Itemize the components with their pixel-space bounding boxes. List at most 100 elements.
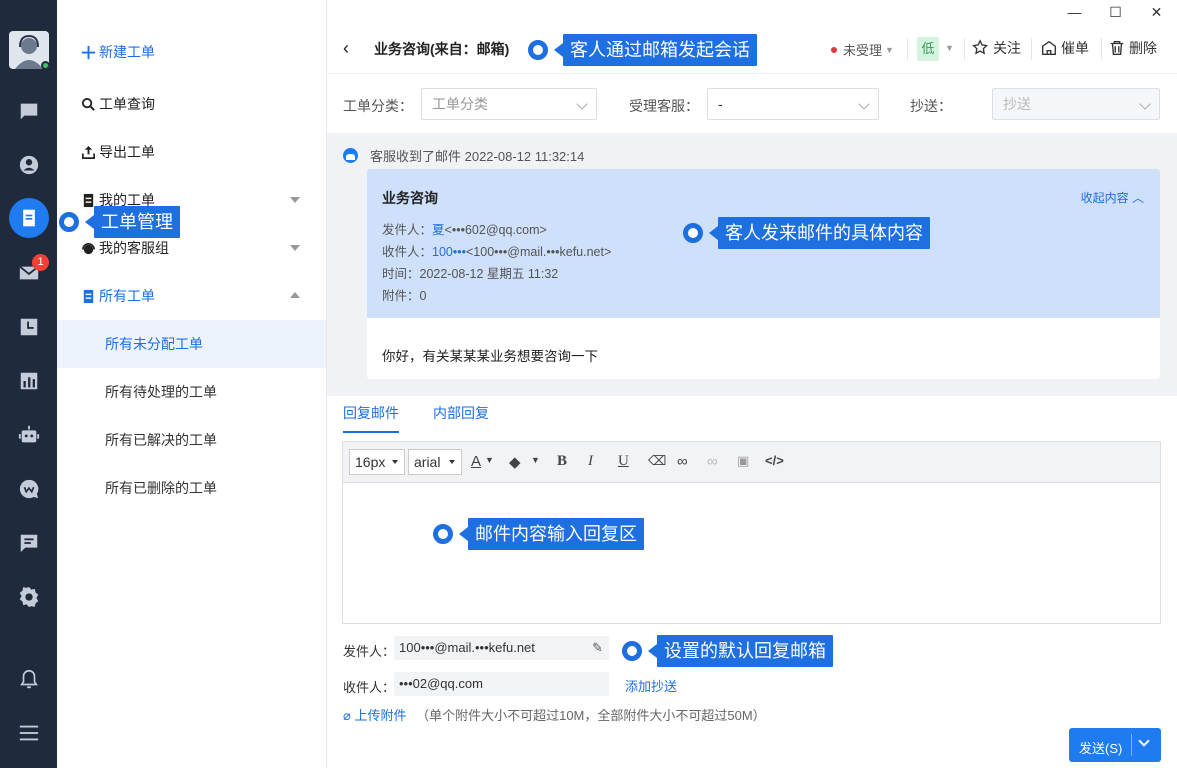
from-value: 100•••@mail.•••kefu.net [399,640,535,655]
send-button[interactable]: 发送(S) [1069,728,1161,762]
ticket-query-item[interactable]: 工单查询 [81,92,155,116]
all-tickets-caret-icon[interactable] [290,292,300,298]
font-color-icon[interactable]: A [471,453,481,470]
bold-icon[interactable]: B [557,453,567,470]
tab-internal-reply[interactable]: 内部回复 [433,403,489,433]
recipient-name[interactable]: 100••• [432,245,466,259]
reply-content-area[interactable] [343,484,1160,623]
assignee-select[interactable]: - [707,88,879,120]
from-field[interactable]: 100•••@mail.•••kefu.net ✎ [394,636,609,660]
divider [1101,38,1102,60]
agent-icon [343,148,358,163]
sender-label: 发件人： [382,223,433,237]
stats-icon[interactable] [16,368,42,394]
background-color-caret-icon[interactable]: ▼ [531,455,540,465]
my-group-item[interactable]: 我的客服组 [81,236,169,260]
callout-default-mailbox: 设置的默认回复邮箱 [622,635,833,667]
ticket-filters: 工单分类： 工单分类 受理客服： - 抄送： 抄送 [327,75,1177,133]
category-select[interactable]: 工单分类 [421,88,597,120]
collapse-content-link[interactable]: 收起内容 ︿ [1081,189,1144,206]
settings-icon[interactable] [16,584,42,610]
status-dropdown[interactable]: 未受理 ▼ [831,40,894,59]
email-recipient-line: 收件人：100•••<100•••@mail.•••kefu.net> [382,241,611,260]
code-icon[interactable]: </> [765,453,784,468]
sub-item-unassigned[interactable]: 所有未分配工单 [57,320,326,368]
category-label: 工单分类： [343,98,413,114]
chevron-down-icon [576,98,588,110]
priority-badge[interactable]: 低 [917,37,939,61]
delete-button[interactable]: 删除 [1108,38,1157,58]
image-icon[interactable]: ▣ [737,453,749,469]
callout-ticket-mgmt-text: 工单管理 [94,206,180,238]
assignee-select-value: - [718,96,723,112]
tab-reply-mail[interactable]: 回复邮件 [343,403,399,433]
message-icon[interactable] [16,530,42,556]
background-color-icon[interactable]: ◆ [509,453,521,471]
new-ticket-button[interactable]: 新建工单 [81,40,155,64]
all-tickets-item[interactable]: 所有工单 [81,284,155,308]
follow-button[interactable]: 关注 [972,38,1021,58]
callout-arrow [709,226,718,240]
sub-item-deleted[interactable]: 所有已删除的工单 [57,464,326,512]
menu-icon[interactable] [16,720,42,746]
my-tickets-caret-icon[interactable] [290,197,300,203]
collapse-label: 收起内容 [1080,191,1129,205]
upload-hint: （单个附件大小不可超过10M，全部附件大小不可超过50M） [416,708,766,723]
divider [907,38,908,60]
close-button[interactable]: ✕ [1136,0,1177,24]
all-tickets-icon [83,289,94,303]
reply-tabs: 回复邮件 内部回复 [343,403,523,433]
cc-select[interactable]: 抄送 [992,88,1160,120]
to-field[interactable]: •••02@qq.com [394,672,609,696]
add-cc-link[interactable]: 添加抄送 [625,676,677,695]
sub-item-resolved[interactable]: 所有已解决的工单 [57,416,326,464]
ticket-sidebar: 新建工单 工单查询 导出工单 我的工单 我的客服组 所有工单 所有未分配工单 所… [57,0,327,768]
assignee-label: 受理客服： [629,98,699,114]
unlink-icon[interactable]: ∞ [707,453,718,470]
status-label: 未受理 [843,43,883,58]
delete-label: 删除 [1129,40,1157,56]
minimize-button[interactable]: — [1054,0,1095,24]
recipient-label: 收件人： [382,245,433,259]
eraser-icon[interactable]: ⌫ [648,453,666,469]
to-value: •••02@qq.com [399,676,483,691]
underline-icon[interactable]: U [618,453,629,470]
edit-pencil-icon[interactable]: ✎ [592,636,603,660]
divider [1031,38,1032,60]
callout-mail-session-text: 客人通过邮箱发起会话 [563,34,757,66]
notification-bell-icon[interactable] [16,666,42,692]
my-group-label: 我的客服组 [99,240,169,256]
ticket-query-label: 工单查询 [99,96,155,112]
customer-icon[interactable] [16,152,42,178]
my-group-caret-icon[interactable] [290,245,300,251]
font-color-caret-icon[interactable]: ▼ [485,455,494,465]
font-size-select[interactable]: 16px [349,449,405,475]
paperclip-icon[interactable]: ⌀ [343,708,351,723]
upload-attachment-link[interactable]: 上传附件 [354,708,406,723]
email-subject: 业务咨询 [382,190,438,206]
chat-icon[interactable] [16,98,42,124]
editor-toolbar: 16px arial A ▼ ◆ ▼ B I U ⌫ ∞ ∞ ▣ </> [343,442,1160,483]
avatar[interactable] [9,31,49,69]
sender-name[interactable]: 夏 [432,223,445,237]
conversation-area: 客服收到了邮件 2022-08-12 11:32:14 业务咨询 收起内容 ︿ … [327,133,1177,396]
italic-icon[interactable]: I [588,453,593,470]
robot-icon[interactable] [16,422,42,448]
urge-button[interactable]: 催单 [1040,38,1089,58]
sub-item-pending[interactable]: 所有待处理的工单 [57,368,326,416]
link-icon[interactable]: ∞ [677,453,688,470]
left-rail: 1 [0,0,57,768]
font-family-select[interactable]: arial [408,449,462,475]
send-options-chevron-icon[interactable] [1138,735,1150,747]
new-ticket-label: 新建工单 [99,44,155,60]
wechat-icon[interactable] [16,476,42,502]
from-label: 发件人： [343,644,396,659]
urge-icon [1042,40,1056,55]
maximize-button[interactable]: ☐ [1095,0,1136,24]
history-icon[interactable] [16,314,42,340]
ticket-nav-icon[interactable] [9,198,49,238]
app-window: { "window": {"minimize": "—", "maximize"… [0,0,1177,768]
priority-caret-icon[interactable]: ▼ [945,43,954,53]
back-arrow-icon[interactable]: ‹ [343,38,349,59]
export-tickets-item[interactable]: 导出工单 [81,140,155,164]
